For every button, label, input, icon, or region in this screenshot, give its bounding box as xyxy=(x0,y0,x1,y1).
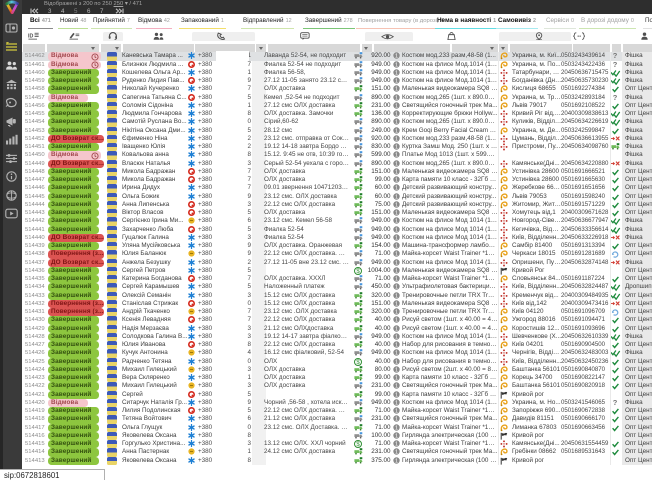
svg-text:1: 1 xyxy=(395,326,398,331)
svg-text:1: 1 xyxy=(395,268,398,273)
svg-text:1: 1 xyxy=(395,103,398,108)
svg-text:1: 1 xyxy=(395,112,398,117)
svg-text:1: 1 xyxy=(395,277,398,282)
svg-text:1: 1 xyxy=(395,376,398,381)
svg-text:1: 1 xyxy=(395,318,398,323)
svg-text:1: 1 xyxy=(395,367,398,372)
svg-text:1: 1 xyxy=(395,351,398,356)
svg-text:1: 1 xyxy=(395,87,398,92)
svg-text:1: 1 xyxy=(395,211,398,216)
svg-text:1: 1 xyxy=(395,450,398,455)
svg-text:1: 1 xyxy=(395,194,398,199)
svg-text:1: 1 xyxy=(395,169,398,174)
svg-text:1: 1 xyxy=(395,161,398,166)
svg-text:1: 1 xyxy=(395,343,398,348)
svg-text:1: 1 xyxy=(395,202,398,207)
svg-text:1: 1 xyxy=(395,54,398,59)
svg-text:1: 1 xyxy=(395,310,398,315)
svg-text:1: 1 xyxy=(395,409,398,414)
svg-text:1: 1 xyxy=(395,153,398,158)
svg-text:1: 1 xyxy=(395,219,398,224)
svg-text:1: 1 xyxy=(395,79,398,84)
svg-text:1: 1 xyxy=(395,120,398,125)
svg-text:1: 1 xyxy=(395,433,398,438)
svg-text:1: 1 xyxy=(395,417,398,422)
svg-text:1: 1 xyxy=(395,227,398,232)
svg-text:1: 1 xyxy=(395,400,398,405)
svg-text:1: 1 xyxy=(395,252,398,257)
svg-text:1: 1 xyxy=(395,128,398,133)
svg-text:1: 1 xyxy=(395,178,398,183)
svg-text:1: 1 xyxy=(395,235,398,240)
svg-text:1: 1 xyxy=(395,442,398,447)
svg-text:1: 1 xyxy=(395,260,398,265)
svg-text:1: 1 xyxy=(395,359,398,364)
svg-text:1: 1 xyxy=(395,136,398,141)
svg-text:1: 1 xyxy=(395,95,398,100)
svg-text:ID: ID xyxy=(28,33,33,39)
svg-text:1: 1 xyxy=(395,62,398,67)
svg-text:1: 1 xyxy=(395,145,398,150)
svg-text:1: 1 xyxy=(395,392,398,397)
svg-text:1: 1 xyxy=(395,186,398,191)
svg-text:1: 1 xyxy=(395,285,398,290)
svg-text:1: 1 xyxy=(395,244,398,249)
svg-text:1: 1 xyxy=(395,293,398,298)
svg-text:1: 1 xyxy=(395,425,398,430)
svg-text:1: 1 xyxy=(395,384,398,389)
svg-text:1: 1 xyxy=(395,301,398,306)
svg-text:1: 1 xyxy=(395,334,398,339)
svg-text:1: 1 xyxy=(395,70,398,75)
svg-text:1: 1 xyxy=(395,458,398,463)
